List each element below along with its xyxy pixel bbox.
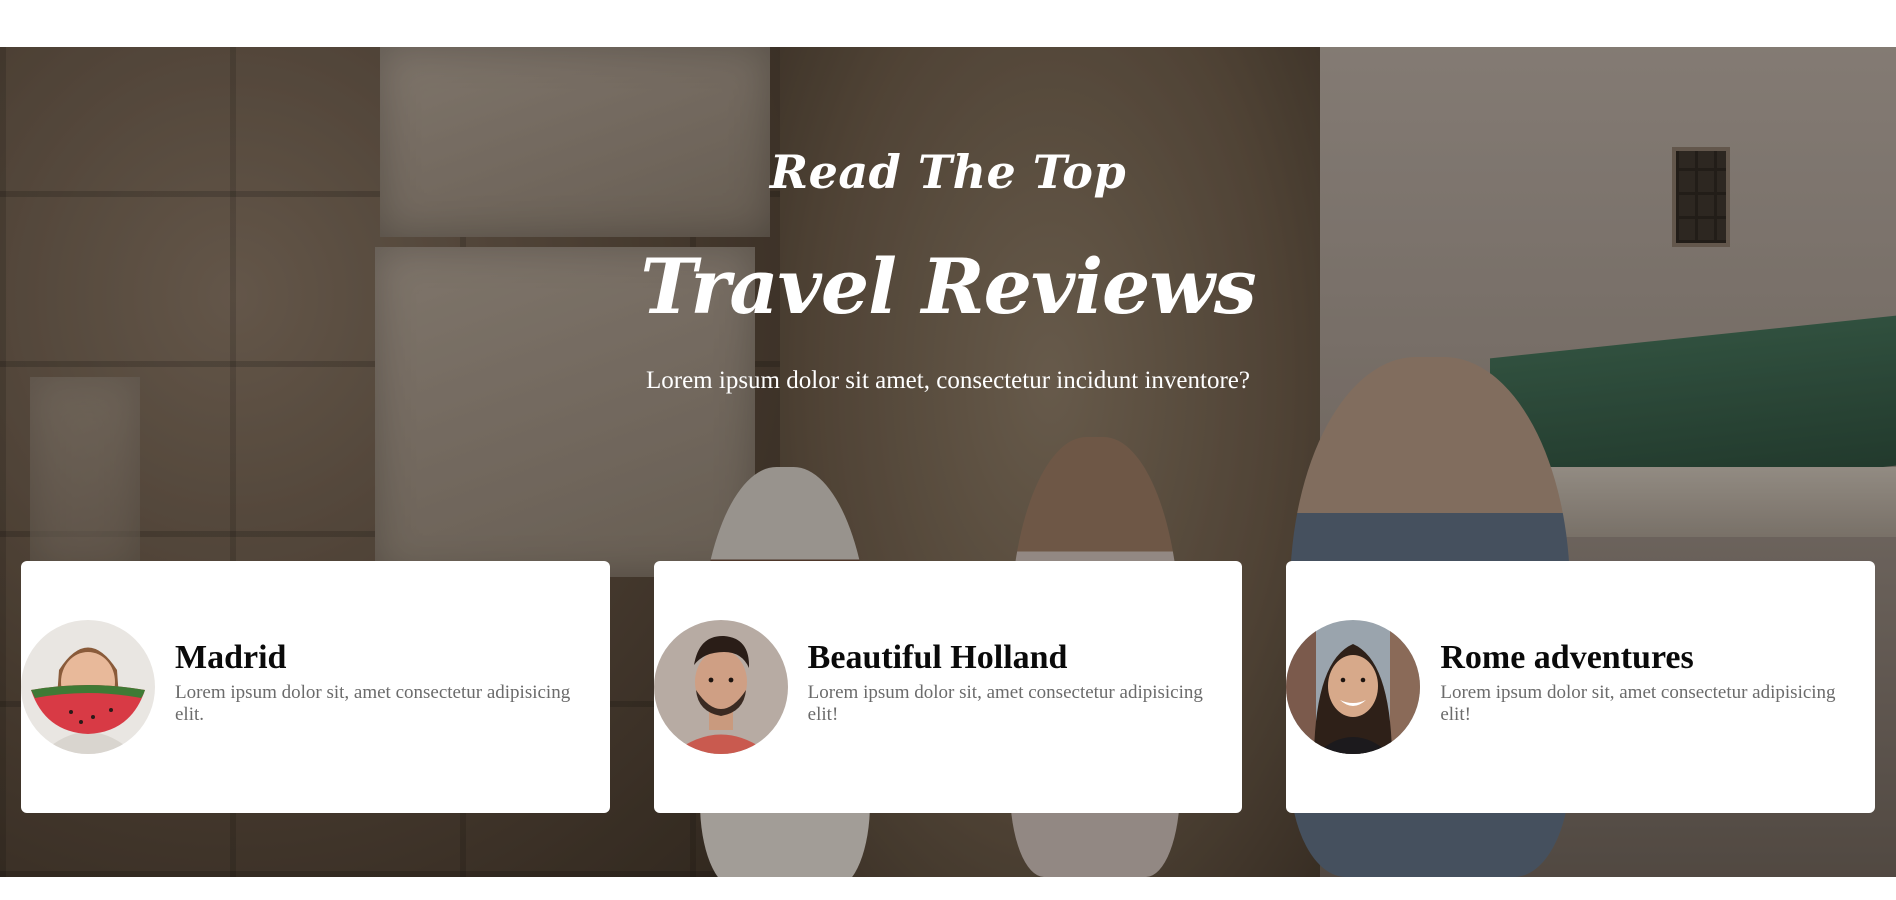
review-card-madrid[interactable]: Madrid Lorem ipsum dolor sit, amet conse… bbox=[21, 561, 610, 813]
review-cards: Madrid Lorem ipsum dolor sit, amet conse… bbox=[21, 561, 1876, 813]
card-title: Rome adventures bbox=[1440, 639, 1694, 676]
smiling-woman-photo bbox=[1286, 620, 1421, 754]
hero-subtitle: Lorem ipsum dolor sit amet, consectetur … bbox=[645, 367, 1250, 394]
card-text: Lorem ipsum dolor sit, amet consectetur … bbox=[1440, 682, 1836, 725]
card-text: Lorem ipsum dolor sit, amet consectetur … bbox=[807, 682, 1203, 725]
card-title: Beautiful Holland bbox=[807, 639, 1068, 676]
bearded-man-photo bbox=[653, 620, 788, 754]
review-card-holland[interactable]: Beautiful Holland Lorem ipsum dolor sit,… bbox=[653, 561, 1243, 813]
heading-read-the-top: Read The Top bbox=[769, 145, 1127, 199]
woman-with-watermelon-photo bbox=[21, 620, 155, 754]
heading-travel-reviews: Travel Reviews bbox=[640, 242, 1256, 331]
hero-section: Read The Top Travel Reviews Lorem ipsum … bbox=[0, 47, 1896, 877]
card-text: Lorem ipsum dolor sit, amet consectetur … bbox=[175, 682, 571, 725]
card-title: Madrid bbox=[175, 639, 287, 676]
review-card-rome[interactable]: Rome adventures Lorem ipsum dolor sit, a… bbox=[1286, 561, 1876, 813]
